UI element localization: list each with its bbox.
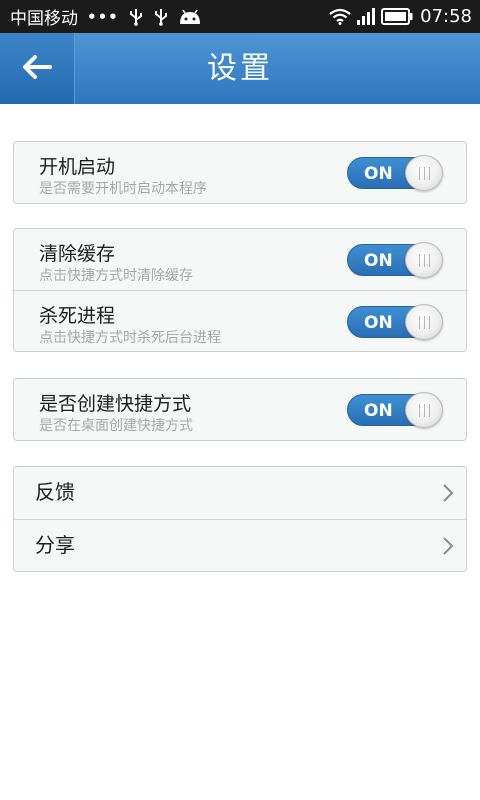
setting-row-clear-cache: 清除缓存 点击快捷方式时清除缓存 ON [14,229,466,290]
notification-dots: ••• [87,7,119,26]
toggle-state-label: ON [364,164,393,184]
carrier-label: 中国移动 [10,9,78,29]
status-bar: 中国移动 ••• 07:58 [0,0,480,33]
chevron-right-icon [442,483,454,507]
setting-title: 杀死进程 [39,305,116,327]
wifi-icon [329,8,351,25]
arrow-left-icon [22,54,52,83]
status-left: 中国移动 ••• [10,4,202,29]
kill-process-toggle[interactable]: ON [347,304,443,340]
title-bar: 设置 [0,33,480,104]
feedback-label: 反馈 [35,480,75,504]
toggle-knob [405,242,443,278]
setting-title: 是否创建快捷方式 [39,393,192,415]
battery-icon [381,8,413,25]
settings-card-links: 反馈 分享 [13,466,467,572]
usb-icon [153,8,169,26]
settings-card-create-shortcut: 是否创建快捷方式 是否在桌面创建快捷方式 ON [13,378,467,441]
status-right: 07:58 [329,6,472,27]
clear-cache-toggle[interactable]: ON [347,242,443,278]
setting-subtitle: 是否需要开机时启动本程序 [39,181,207,197]
usb-icon [128,8,144,26]
settings-card-startup: 开机启动 是否需要开机时启动本程序 ON [13,141,467,204]
setting-row-startup: 开机启动 是否需要开机时启动本程序 ON [14,142,466,203]
startup-toggle[interactable]: ON [347,155,443,191]
setting-subtitle: 是否在桌面创建快捷方式 [39,418,193,434]
share-item[interactable]: 分享 [14,519,466,571]
toggle-knob [405,392,443,428]
status-clock: 07:58 [420,6,472,27]
share-label: 分享 [35,533,75,557]
setting-subtitle: 点击快捷方式时杀死后台进程 [39,330,221,346]
toggle-knob [405,155,443,191]
toggle-state-label: ON [364,313,393,333]
create-shortcut-toggle[interactable]: ON [347,392,443,428]
toggle-state-label: ON [364,251,393,271]
signal-icon [356,8,376,25]
settings-card-shortcut-actions: 清除缓存 点击快捷方式时清除缓存 ON 杀死进程 点击快捷方式时杀死后台进程 O… [13,228,467,352]
android-icon [178,9,202,25]
back-button[interactable] [0,33,75,104]
setting-row-create-shortcut: 是否创建快捷方式 是否在桌面创建快捷方式 ON [14,379,466,440]
setting-title: 清除缓存 [39,243,116,265]
setting-title: 开机启动 [39,156,116,178]
toggle-knob [405,304,443,340]
toggle-state-label: ON [364,401,393,421]
setting-subtitle: 点击快捷方式时清除缓存 [39,268,193,284]
setting-row-kill-process: 杀死进程 点击快捷方式时杀死后台进程 ON [14,290,466,351]
feedback-item[interactable]: 反馈 [14,467,466,519]
chevron-right-icon [442,536,454,560]
